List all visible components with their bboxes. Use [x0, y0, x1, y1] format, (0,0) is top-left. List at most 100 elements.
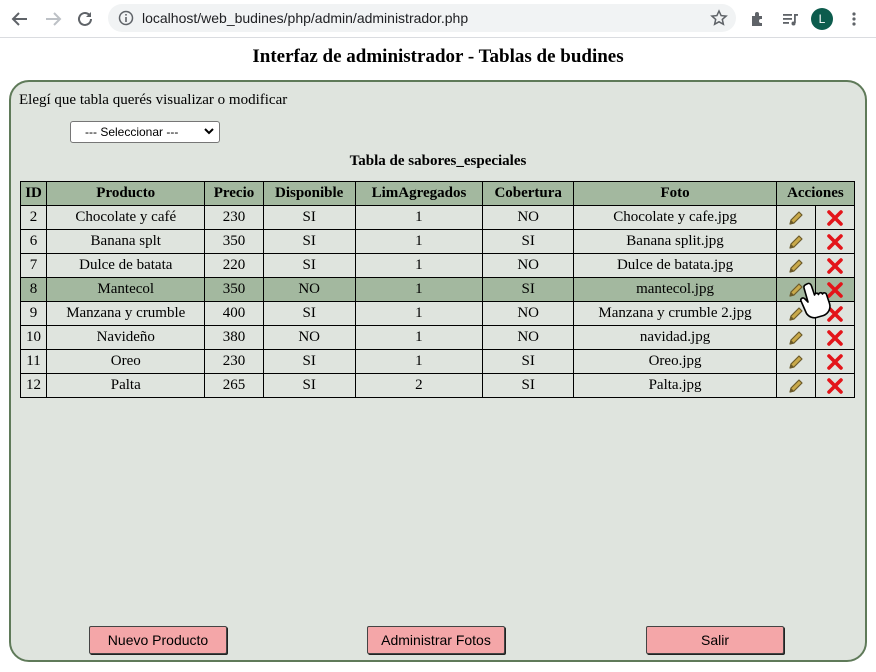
cell-producto: Banana splt [46, 229, 206, 254]
pencil-icon [789, 330, 803, 345]
kebab-menu-icon [852, 12, 856, 26]
playlist-music-icon [783, 14, 798, 26]
cell-precio: 400 [204, 301, 264, 326]
cell-disponible: SI [262, 301, 356, 326]
hand-pointer-cursor-icon [799, 282, 831, 319]
header-limagregados: LimAgregados [354, 181, 484, 206]
table-row: 12 Palta 265 SI 2 SI Palta.jpg [19, 373, 856, 398]
cell-id: 10 [19, 325, 48, 350]
edit-button[interactable] [775, 253, 816, 278]
back-button[interactable] [8, 7, 32, 31]
address-bar[interactable]: localhost/web_budines/php/admin/administ… [108, 4, 736, 32]
cell-disponible: SI [262, 229, 356, 254]
cell-cobertura: NO [482, 325, 575, 350]
table-row: 7 Dulce de batata 220 SI 1 NO Dulce de batata.… [19, 253, 856, 278]
exit-button[interactable]: Salir [646, 626, 784, 654]
cell-limagregados: 1 [354, 301, 484, 326]
cell-limagregados: 1 [354, 325, 484, 350]
cell-precio: 265 [204, 373, 264, 398]
extensions-button[interactable] [746, 7, 770, 31]
delete-button[interactable] [814, 205, 856, 230]
table-select-prompt: Elegí que tabla querés visualizar o modi… [19, 92, 288, 108]
cell-id: 8 [19, 277, 48, 302]
edit-button[interactable] [775, 325, 816, 350]
delete-button[interactable] [814, 229, 856, 254]
browser-toolbar: localhost/web_budines/php/admin/administ… [0, 0, 876, 38]
cell-cobertura: SI [482, 277, 575, 302]
cell-limagregados: 1 [354, 349, 484, 374]
cell-producto: Navideño [46, 325, 206, 350]
cell-cobertura: SI [482, 349, 575, 374]
edit-button[interactable] [775, 349, 816, 374]
cell-limagregados: 1 [354, 277, 484, 302]
media-control-button[interactable] [778, 7, 802, 31]
cell-foto: mantecol.jpg [573, 277, 777, 302]
products-table: ID Producto Precio Disponible LimAgregad… [19, 181, 856, 398]
cell-precio: 220 [204, 253, 264, 278]
delete-x-icon [827, 329, 843, 346]
delete-button[interactable] [814, 349, 856, 374]
forward-button[interactable] [41, 7, 65, 31]
delete-button[interactable] [814, 325, 856, 350]
cell-limagregados: 1 [354, 205, 484, 230]
cell-producto: Oreo [46, 349, 206, 374]
pencil-icon [789, 354, 803, 369]
page-title: Interfaz de administrador - Tablas de bu… [252, 46, 624, 67]
header-foto: Foto [573, 181, 777, 206]
cell-id: 9 [19, 301, 48, 326]
header-acciones: Acciones [775, 181, 856, 206]
table-row: 8 Mantecol 350 NO 1 SI mantecol.jpg [19, 277, 856, 302]
url-text: localhost/web_budines/php/admin/administ… [142, 10, 469, 26]
cell-producto: Dulce de batata [46, 253, 206, 278]
delete-button[interactable] [814, 373, 856, 398]
cell-cobertura: NO [482, 253, 575, 278]
manage-photos-button[interactable]: Administrar Fotos [367, 626, 505, 654]
table-row: 2 Chocolate y café 230 SI 1 NO Chocolate y caf… [19, 205, 856, 230]
cell-producto: Chocolate y café [46, 205, 206, 230]
header-producto: Producto [46, 181, 206, 206]
cell-precio: 380 [204, 325, 264, 350]
cell-precio: 230 [204, 205, 264, 230]
browser-menu-button[interactable] [842, 7, 866, 31]
reload-icon [78, 11, 92, 26]
header-precio: Precio [204, 181, 264, 206]
cell-id: 12 [19, 373, 48, 398]
cell-producto: Manzana y crumble [46, 301, 206, 326]
table-title: Tabla de sabores_especiales [349, 153, 527, 169]
header-disponible: Disponible [262, 181, 356, 206]
cell-id: 6 [19, 229, 48, 254]
table-row: 11 Oreo 230 SI 1 SI Oreo.jpg [19, 349, 856, 374]
profile-avatar[interactable]: L [811, 8, 833, 30]
table-row: 6 Banana splt 350 SI 1 SI Banana split.jpg [19, 229, 856, 254]
new-product-button[interactable]: Nuevo Producto [89, 626, 227, 654]
header-id: ID [19, 181, 48, 206]
cell-limagregados: 1 [354, 229, 484, 254]
cell-precio: 350 [204, 229, 264, 254]
edit-button[interactable] [775, 205, 816, 230]
cell-limagregados: 1 [354, 253, 484, 278]
table-select-dropdown[interactable]: --- Seleccionar --- [70, 121, 220, 143]
cell-id: 7 [19, 253, 48, 278]
cell-disponible: SI [262, 349, 356, 374]
delete-button[interactable] [814, 253, 856, 278]
back-arrow-icon [11, 12, 27, 26]
pencil-icon [789, 234, 803, 249]
table-header-row: ID Producto Precio Disponible LimAgregad… [19, 181, 856, 206]
delete-x-icon [827, 257, 843, 274]
cell-precio: 350 [204, 277, 264, 302]
chevron-down-icon [204, 128, 214, 135]
info-icon[interactable] [118, 10, 134, 26]
cell-disponible: NO [262, 277, 356, 302]
select-value: --- Seleccionar --- [85, 125, 179, 139]
edit-button[interactable] [775, 229, 816, 254]
cell-cobertura: NO [482, 205, 575, 230]
bookmark-star-icon[interactable] [710, 9, 728, 27]
table-row: 9 Manzana y crumble 400 SI 1 NO Manzana y crum… [19, 301, 856, 326]
cell-disponible: SI [262, 205, 356, 230]
pencil-icon [789, 210, 803, 225]
cell-limagregados: 2 [354, 373, 484, 398]
header-cobertura: Cobertura [482, 181, 575, 206]
edit-button[interactable] [775, 373, 816, 398]
reload-button[interactable] [73, 7, 97, 31]
delete-x-icon [827, 233, 843, 250]
